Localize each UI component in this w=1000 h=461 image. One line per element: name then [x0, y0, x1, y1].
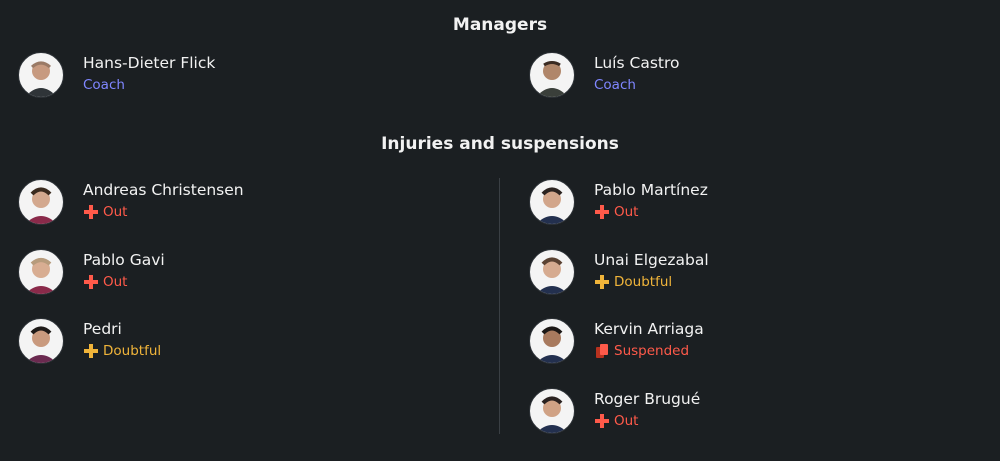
- player-status: Out: [83, 274, 127, 290]
- status-label: Doubtful: [614, 274, 673, 290]
- avatar: [529, 249, 575, 295]
- status-label: Out: [614, 204, 639, 220]
- player-name: Andreas Christensen: [83, 181, 244, 199]
- player-status: Doubtful: [594, 274, 672, 290]
- player-item[interactable]: Pedri Doubtful: [18, 318, 438, 368]
- red-card-icon: [596, 344, 608, 358]
- status-label: Suspended: [614, 343, 690, 359]
- player-item[interactable]: Pablo Martínez Out: [529, 179, 949, 229]
- player-name: Roger Brugué: [594, 390, 701, 408]
- player-status: Out: [594, 413, 638, 429]
- player-item[interactable]: Pablo Gavi Out: [18, 249, 438, 299]
- avatar: [18, 179, 64, 225]
- player-status: Suspended: [594, 343, 689, 359]
- avatar: [529, 318, 575, 364]
- avatar: [529, 179, 575, 225]
- manager-name: Luís Castro: [594, 54, 680, 72]
- player-name: Pedri: [83, 320, 122, 338]
- status-label: Out: [103, 274, 128, 290]
- status-label: Out: [614, 413, 639, 429]
- manager-item[interactable]: Luís Castro Coach: [529, 52, 829, 102]
- manager-role: Coach: [83, 77, 125, 93]
- column-divider: [499, 178, 500, 434]
- cross-icon: [84, 344, 98, 358]
- status-label: Out: [103, 204, 128, 220]
- status-label: Doubtful: [103, 343, 162, 359]
- player-status: Doubtful: [83, 343, 161, 359]
- avatar: [529, 52, 575, 98]
- managers-title: Managers: [452, 15, 548, 35]
- avatar: [529, 388, 575, 434]
- player-item[interactable]: Andreas Christensen Out: [18, 179, 438, 229]
- cross-icon: [595, 275, 609, 289]
- player-name: Pablo Martínez: [594, 181, 708, 199]
- injuries-title: Injuries and suspensions: [381, 134, 619, 154]
- player-item[interactable]: Roger Brugué Out: [529, 388, 949, 438]
- cross-icon: [595, 205, 609, 219]
- player-item[interactable]: Kervin Arriaga Suspended: [529, 318, 949, 368]
- manager-role: Coach: [594, 77, 636, 93]
- player-name: Unai Elgezabal: [594, 251, 709, 269]
- player-name: Pablo Gavi: [83, 251, 165, 269]
- avatar: [18, 249, 64, 295]
- avatar: [18, 318, 64, 364]
- player-name: Kervin Arriaga: [594, 320, 704, 338]
- avatar: [18, 52, 64, 98]
- cross-icon: [595, 414, 609, 428]
- manager-item[interactable]: Hans-Dieter Flick Coach: [18, 52, 318, 102]
- player-status: Out: [594, 204, 638, 220]
- player-status: Out: [83, 204, 127, 220]
- player-item[interactable]: Unai Elgezabal Doubtful: [529, 249, 949, 299]
- cross-icon: [84, 205, 98, 219]
- manager-name: Hans-Dieter Flick: [83, 54, 216, 72]
- cross-icon: [84, 275, 98, 289]
